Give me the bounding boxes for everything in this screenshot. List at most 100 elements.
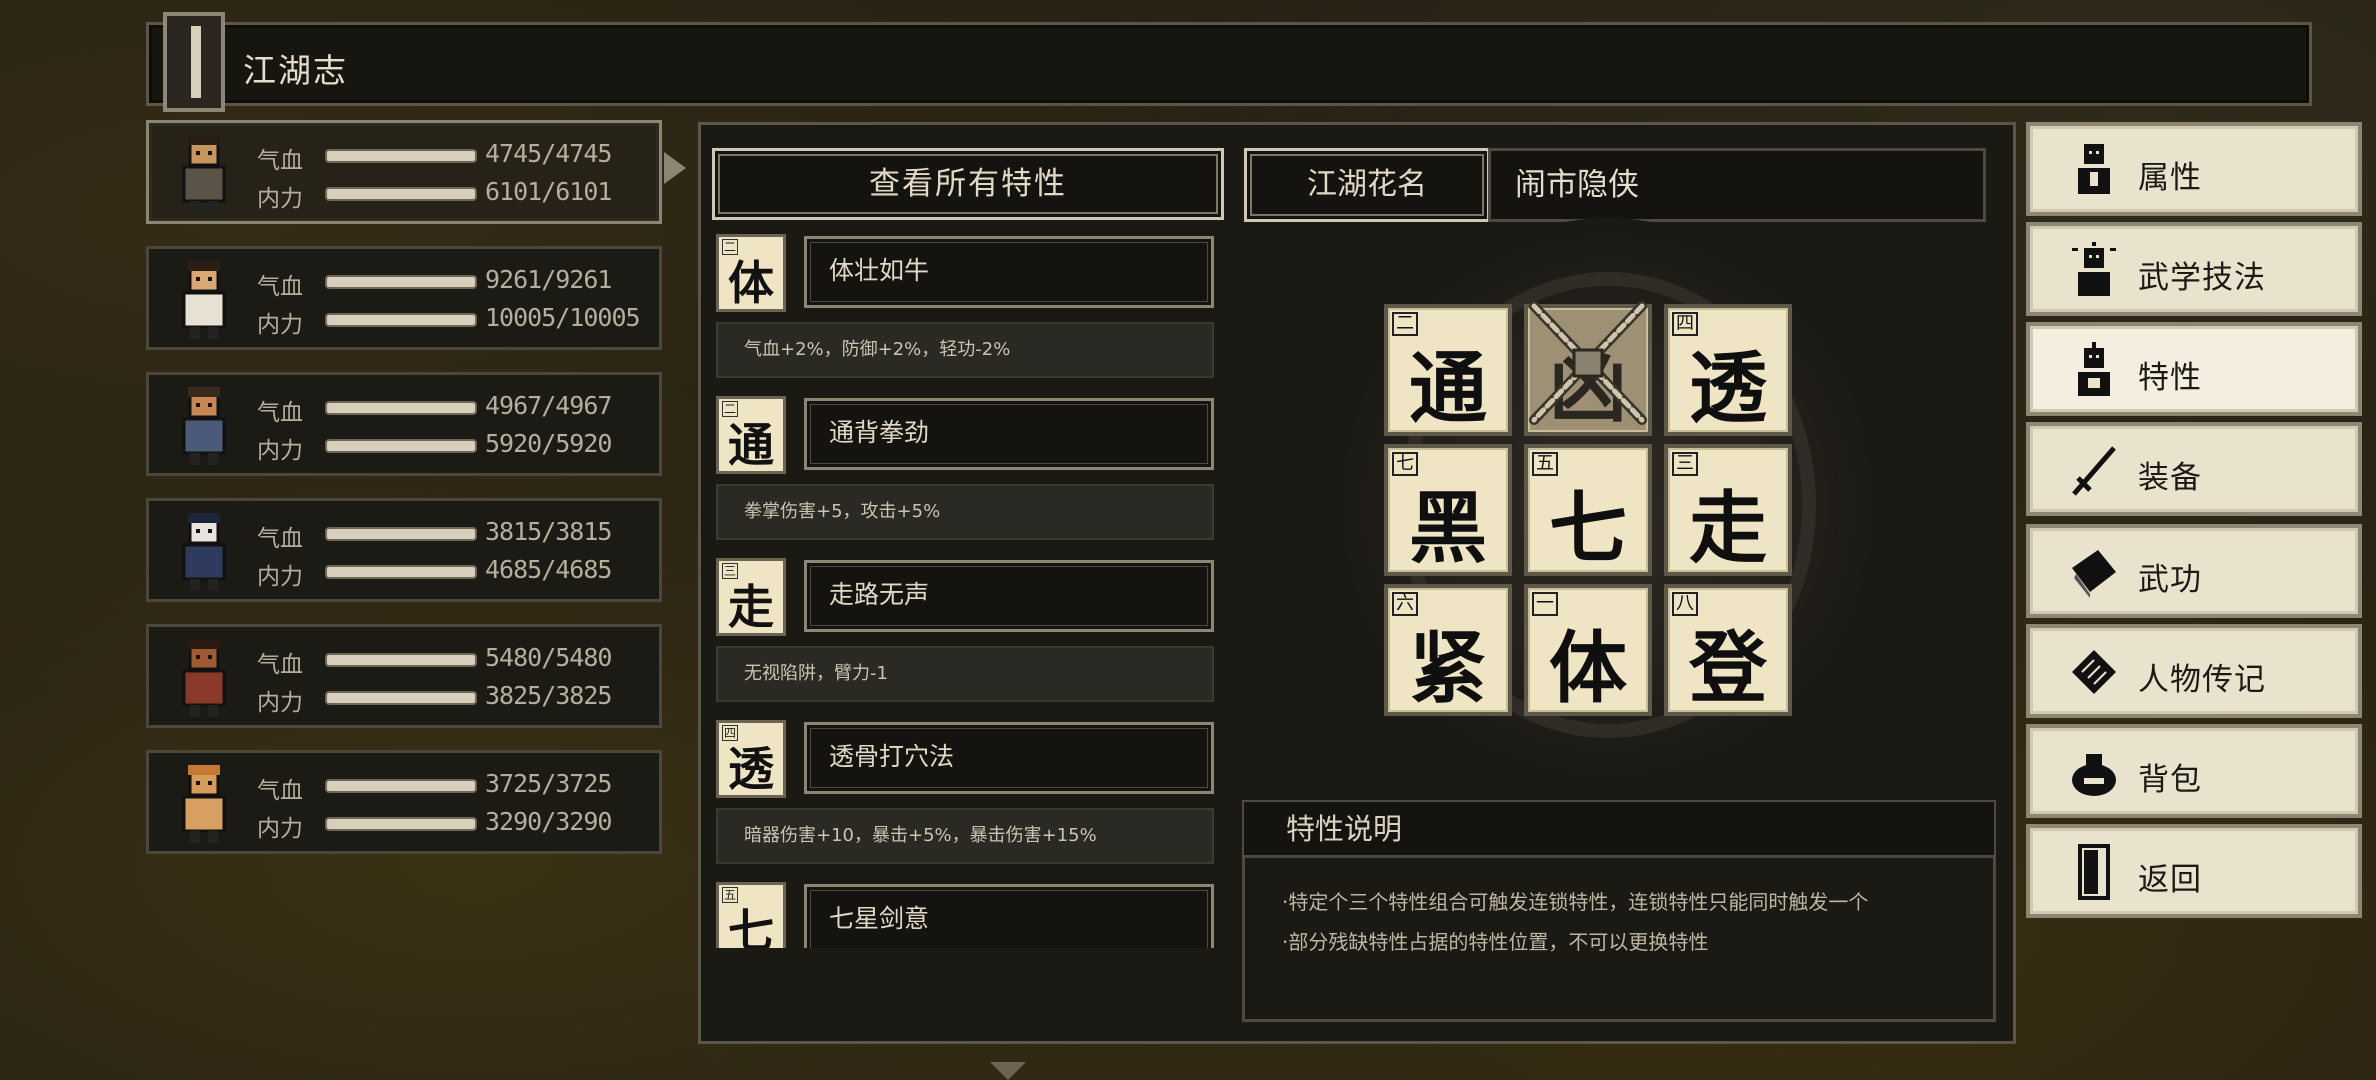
mp-label: 内力 [257, 816, 303, 842]
chain-lock-icon [1529, 301, 1647, 425]
mp-value: 3290/3290 [485, 807, 612, 836]
board-cell[interactable]: 五 七 [1524, 444, 1652, 576]
hp-value: 4745/4745 [485, 139, 612, 168]
hp-value: 5480/5480 [485, 643, 612, 672]
board-cell[interactable]: 三 走 [1664, 444, 1792, 576]
bag-icon [2068, 744, 2120, 800]
hp-label: 气血 [257, 526, 303, 552]
party-member-card[interactable]: 气血 4967/4967 内力 5920/5920 [146, 372, 662, 476]
trait-description: 暗器伤害+10，暴击+5%，暴击伤害+15% [716, 808, 1214, 864]
hp-value: 4967/4967 [485, 391, 612, 420]
hp-bar [325, 779, 477, 793]
menu-button-person[interactable]: 属性 [2026, 122, 2362, 216]
trait-tile-icon: 五 七 [716, 882, 786, 948]
trait-item[interactable]: 三 走 走路无声 无视陷阱，臂力-1 [712, 556, 1224, 720]
trait-tile-glyph: 透 [728, 742, 774, 796]
mp-bar [325, 439, 477, 453]
scroll-down-icon[interactable] [990, 1062, 1026, 1080]
view-all-traits-button[interactable]: 查看所有特性 [712, 148, 1224, 220]
party-member-card[interactable]: 气血 3815/3815 内力 4685/4685 [146, 498, 662, 602]
board-cell[interactable]: 一 体 [1524, 584, 1652, 716]
hp-bar [325, 401, 477, 415]
hp-label: 气血 [257, 274, 303, 300]
board-cell-glyph: 通 [1408, 343, 1487, 434]
trait-tile-icon: 二 通 [716, 396, 786, 474]
sword-icon [2068, 442, 2120, 498]
party-member-card[interactable]: 气血 5480/5480 内力 3825/3825 [146, 624, 662, 728]
board-cell-glyph: 黑 [1408, 483, 1487, 574]
mp-bar [325, 691, 477, 705]
trait-tile-icon: 四 透 [716, 720, 786, 798]
hp-value: 3815/3815 [485, 517, 612, 546]
mp-value: 5920/5920 [485, 429, 612, 458]
person-icon [2068, 142, 2120, 198]
hp-label: 气血 [257, 400, 303, 426]
menu-button-label: 背包 [2138, 762, 2202, 798]
character-avatar [163, 761, 245, 847]
door-icon [2068, 844, 2120, 900]
mp-label: 内力 [257, 312, 303, 338]
selected-arrow-icon [664, 152, 686, 184]
board-cell-glyph: 体 [1548, 623, 1627, 714]
trait-item[interactable]: 五 七 七星剑意 [712, 880, 1224, 948]
title-bar [146, 22, 2312, 106]
description-title: 特性说明 [1244, 802, 1994, 858]
description-line: ·部分残缺特性占据的特性位置，不可以更换特性 [1282, 930, 1709, 954]
trait-tile-glyph: 走 [728, 580, 774, 634]
trait-name: 体壮如牛 [804, 236, 1214, 308]
trait-name: 通背拳劲 [804, 398, 1214, 470]
board-cell[interactable]: 六 紧 [1384, 584, 1512, 716]
character-avatar [163, 383, 245, 469]
book-icon [2068, 544, 2120, 600]
menu-button-sword[interactable]: 装备 [2026, 422, 2362, 516]
menu-button-trait-person[interactable]: 特性 [2026, 322, 2362, 416]
mp-label: 内力 [257, 438, 303, 464]
book-icon [163, 12, 225, 112]
trait-tile-icon: 三 走 [716, 558, 786, 636]
hp-label: 气血 [257, 652, 303, 678]
menu-button-label: 属性 [2138, 160, 2202, 196]
board-cell[interactable]: 四 透 [1664, 304, 1792, 436]
party-member-card[interactable]: 气血 3725/3725 内力 3290/3290 [146, 750, 662, 854]
trait-description: 拳掌伤害+5，攻击+5% [716, 484, 1214, 540]
board-cell[interactable]: 二 通 [1384, 304, 1512, 436]
menu-button-bag[interactable]: 背包 [2026, 724, 2362, 818]
trait-description: 无视陷阱，臂力-1 [716, 646, 1214, 702]
board-cell-glyph: 透 [1688, 343, 1767, 434]
hp-label: 气血 [257, 778, 303, 804]
menu-button-door[interactable]: 返回 [2026, 824, 2362, 918]
board-cell[interactable]: 八 登 [1664, 584, 1792, 716]
trait-item[interactable]: 二 通 通背拳劲 拳掌伤害+5，攻击+5% [712, 394, 1224, 558]
board-cell-glyph: 七 [1548, 483, 1627, 574]
menu-button-label: 装备 [2138, 460, 2202, 496]
party-member-card[interactable]: 气血 4745/4745 内力 6101/6101 [146, 120, 662, 224]
menu-button-label: 人物传记 [2138, 662, 2266, 698]
character-avatar [163, 509, 245, 595]
mp-bar [325, 817, 477, 831]
menu-button-label: 武功 [2138, 562, 2202, 598]
trait-list[interactable]: 二 体 体壮如牛 气血+2%，防御+2%，轻功-2% 二 通 通背拳劲 拳掌伤害… [712, 232, 1224, 948]
trait-item[interactable]: 二 体 体壮如牛 气血+2%，防御+2%，轻功-2% [712, 232, 1224, 396]
menu-button-label: 特性 [2138, 360, 2202, 396]
mp-value: 3825/3825 [485, 681, 612, 710]
mp-value: 6101/6101 [485, 177, 612, 206]
board-cell-glyph: 登 [1688, 623, 1767, 714]
mp-value: 10005/10005 [485, 303, 641, 332]
menu-button-label: 返回 [2138, 862, 2202, 898]
menu-button-book[interactable]: 武功 [2026, 524, 2362, 618]
martial-person-icon [2068, 242, 2120, 298]
hp-value: 3725/3725 [485, 769, 612, 798]
trait-name: 走路无声 [804, 560, 1214, 632]
page-title: 江湖志 [243, 51, 348, 90]
trait-tile-glyph: 通 [728, 418, 774, 472]
hp-bar [325, 653, 477, 667]
menu-button-scroll[interactable]: 人物传记 [2026, 624, 2362, 718]
party-member-card[interactable]: 气血 9261/9261 内力 10005/10005 [146, 246, 662, 350]
mp-bar [325, 313, 477, 327]
mp-label: 内力 [257, 186, 303, 212]
trait-item[interactable]: 四 透 透骨打穴法 暗器伤害+10，暴击+5%，暴击伤害+15% [712, 718, 1224, 882]
board-cell[interactable]: 七 黑 [1384, 444, 1512, 576]
character-avatar [163, 635, 245, 721]
scroll-icon [2068, 644, 2120, 700]
menu-button-martial-person[interactable]: 武学技法 [2026, 222, 2362, 316]
